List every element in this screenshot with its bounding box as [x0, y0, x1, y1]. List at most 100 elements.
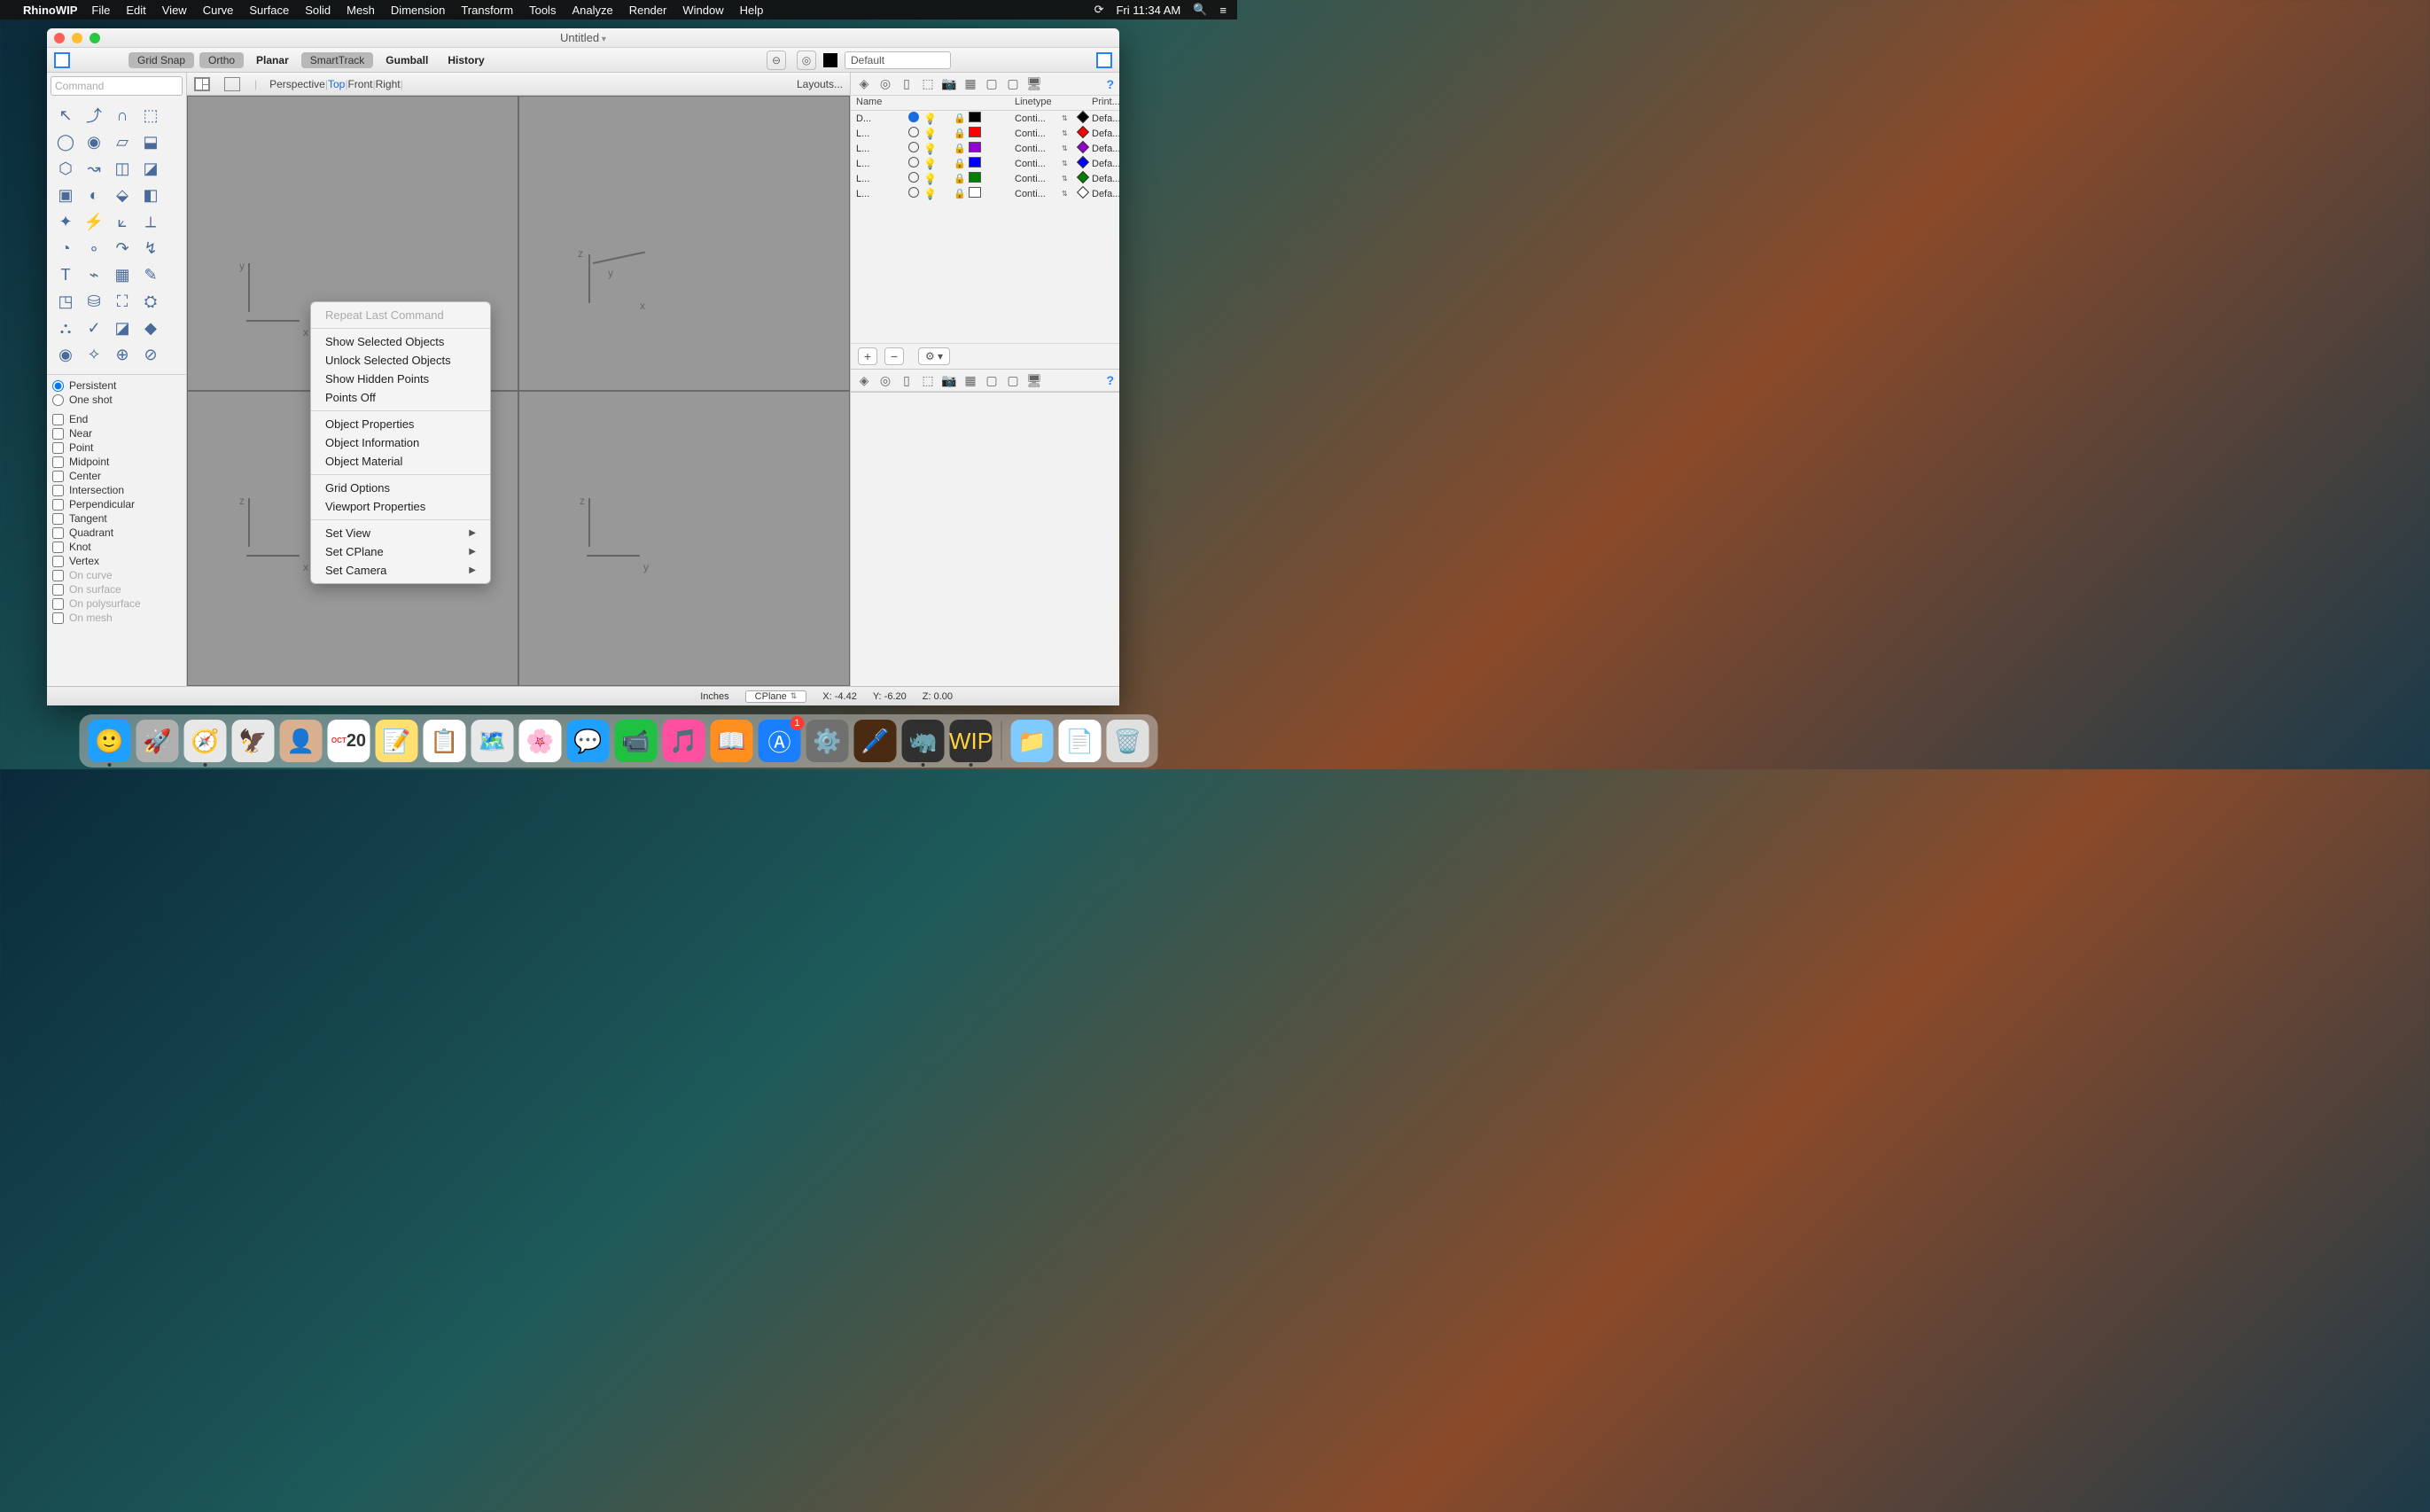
viewport-bottom-right[interactable]: z y — [518, 391, 850, 686]
dock-app-messages[interactable]: 💬 — [567, 720, 610, 762]
osnap-on-curve[interactable]: On curve — [52, 568, 181, 582]
ctx-set-cplane[interactable]: Set CPlane▶ — [311, 542, 490, 561]
dock-app-preferences[interactable]: ⚙️ — [806, 720, 849, 762]
menu-solid[interactable]: Solid — [305, 4, 331, 17]
display-icon[interactable]: 🖥 — [1026, 76, 1042, 91]
ctx-set-camera[interactable]: Set Camera▶ — [311, 561, 490, 580]
snap-planar[interactable]: Planar — [249, 52, 296, 68]
dock-app-launchpad[interactable]: 🚀 — [136, 720, 179, 762]
tool-button-9[interactable]: ↝ — [81, 156, 107, 181]
osnap-perpendicular[interactable]: Perpendicular — [52, 497, 181, 511]
dock-app-notes[interactable]: 📝 — [376, 720, 418, 762]
app-name[interactable]: RhinoWIP — [23, 4, 77, 17]
panel-b-icon[interactable]: ▢ — [1005, 373, 1021, 388]
tool-button-28[interactable]: ◳ — [52, 289, 79, 314]
menu-tools[interactable]: Tools — [529, 4, 556, 17]
tool-button-1[interactable]: ⤴ — [81, 103, 107, 128]
dock-app-itunes[interactable]: 🎵 — [663, 720, 705, 762]
add-layer-button[interactable]: + — [858, 347, 877, 365]
tool-button-25[interactable]: ⌁ — [81, 262, 107, 287]
tool-button-17[interactable]: ⚡ — [81, 209, 107, 234]
cplane-selector[interactable]: CPlane — [745, 690, 807, 703]
ctx-object-information[interactable]: Object Information — [311, 433, 490, 452]
dock-app-rhino5[interactable]: 🦏 — [902, 720, 945, 762]
panel-a-icon[interactable]: ▢ — [984, 373, 1000, 388]
osnap-on-surface[interactable]: On surface — [52, 582, 181, 596]
osnap-end[interactable]: End — [52, 412, 181, 426]
tool-button-37[interactable]: ✧ — [81, 342, 107, 367]
remove-layer-button[interactable]: − — [884, 347, 904, 365]
tool-button-24[interactable]: T — [52, 262, 79, 287]
box-icon[interactable]: ⬚ — [920, 373, 936, 388]
osnap-on-polysurface[interactable]: On polysurface — [52, 596, 181, 611]
layer-row[interactable]: L...💡🔒Conti...⇅Defa...⇅ — [851, 126, 1119, 141]
ctx-set-view[interactable]: Set View▶ — [311, 524, 490, 542]
tool-button-3[interactable]: ⬚ — [137, 103, 164, 128]
osnap-near[interactable]: Near — [52, 426, 181, 440]
osnap-point[interactable]: Point — [52, 440, 181, 455]
ctx-points-off[interactable]: Points Off — [311, 388, 490, 407]
viewport-tab-perspective[interactable]: Perspective — [269, 78, 325, 90]
camera-icon[interactable]: 📷 — [941, 373, 957, 388]
dock-app-maps[interactable]: 🗺️ — [471, 720, 514, 762]
doc-icon[interactable]: ▯ — [899, 76, 915, 91]
tool-button-29[interactable]: ⛁ — [81, 289, 107, 314]
layer-row[interactable]: L...💡🔒Conti...⇅Defa...⇅ — [851, 186, 1119, 201]
layers-icon[interactable]: ◈ — [856, 373, 872, 388]
osnap-on-mesh[interactable]: On mesh — [52, 611, 181, 625]
doc-icon[interactable]: ▯ — [899, 373, 915, 388]
layer-row[interactable]: D...💡🔒Conti...⇅Defa...⇅ — [851, 111, 1119, 126]
dock-app-reminders[interactable]: 📋 — [424, 720, 466, 762]
osnap-mode-persistent[interactable]: Persistent — [52, 378, 181, 393]
display-icon[interactable]: 🖥 — [1026, 373, 1042, 388]
target-icon[interactable]: ◎ — [877, 373, 893, 388]
tool-button-0[interactable]: ↖ — [52, 103, 79, 128]
tool-button-16[interactable]: ✦ — [52, 209, 79, 234]
tool-button-4[interactable]: ◯ — [52, 129, 79, 154]
tool-button-8[interactable]: ⬡ — [52, 156, 79, 181]
osnap-center[interactable]: Center — [52, 469, 181, 483]
osnap-tangent[interactable]: Tangent — [52, 511, 181, 526]
dock-app-rhinowip[interactable]: WIP — [950, 720, 993, 762]
spotlight-status-icon[interactable]: ⟳ — [1094, 3, 1104, 17]
osnap-mode-oneshot[interactable]: One shot — [52, 393, 181, 407]
dock-downloads[interactable]: 📁 — [1011, 720, 1054, 762]
history-record-icon[interactable]: ◎ — [797, 51, 816, 70]
menu-mesh[interactable]: Mesh — [347, 4, 375, 17]
layer-select-dropdown[interactable]: Default — [845, 51, 951, 69]
viewport-top-right[interactable]: z y x — [518, 96, 850, 391]
viewport-tab-front[interactable]: Front — [347, 78, 372, 90]
dock-app-appstore[interactable]: Ⓐ1 — [759, 720, 801, 762]
dock-app-calendar[interactable]: OCT20 — [328, 720, 370, 762]
tool-button-15[interactable]: ◧ — [137, 183, 164, 207]
layer-header-print[interactable]: Print... — [1092, 97, 1119, 107]
layouts-button[interactable]: Layouts... — [797, 78, 843, 90]
target-icon[interactable]: ◎ — [877, 76, 893, 91]
menu-file[interactable]: File — [91, 4, 110, 17]
dock-app-mail[interactable]: 🦅 — [232, 720, 275, 762]
menubar-clock[interactable]: Fri 11:34 AM — [1116, 4, 1180, 17]
osnap-midpoint[interactable]: Midpoint — [52, 455, 181, 469]
ctx-show-hidden-points[interactable]: Show Hidden Points — [311, 370, 490, 388]
tool-button-10[interactable]: ◫ — [109, 156, 136, 181]
ctx-unlock-selected-objects[interactable]: Unlock Selected Objects — [311, 351, 490, 370]
dock-app-ibooks[interactable]: 📖 — [711, 720, 753, 762]
window-title[interactable]: Untitled — [560, 31, 606, 44]
dock-app-contacts[interactable]: 👤 — [280, 720, 323, 762]
menu-surface[interactable]: Surface — [249, 4, 289, 17]
snap-smarttrack[interactable]: SmartTrack — [301, 52, 374, 68]
snap-gumball[interactable]: Gumball — [378, 52, 435, 68]
tool-button-20[interactable]: ◔ — [52, 236, 79, 261]
dock-document[interactable]: 📄 — [1059, 720, 1102, 762]
viewport-tab-top[interactable]: Top — [328, 78, 345, 90]
tool-button-21[interactable]: ∘ — [81, 236, 107, 261]
window-close-button[interactable] — [54, 33, 65, 43]
ctx-grid-options[interactable]: Grid Options — [311, 479, 490, 497]
tool-button-13[interactable]: ◐ — [81, 183, 107, 207]
tool-button-35[interactable]: ◆ — [137, 316, 164, 340]
tool-button-30[interactable]: ⛶ — [109, 289, 136, 314]
layers-icon[interactable]: ◈ — [856, 76, 872, 91]
tool-button-31[interactable]: ⛭ — [137, 289, 164, 314]
dock-app-photos[interactable]: 🌸 — [519, 720, 562, 762]
four-view-icon[interactable] — [194, 77, 210, 91]
